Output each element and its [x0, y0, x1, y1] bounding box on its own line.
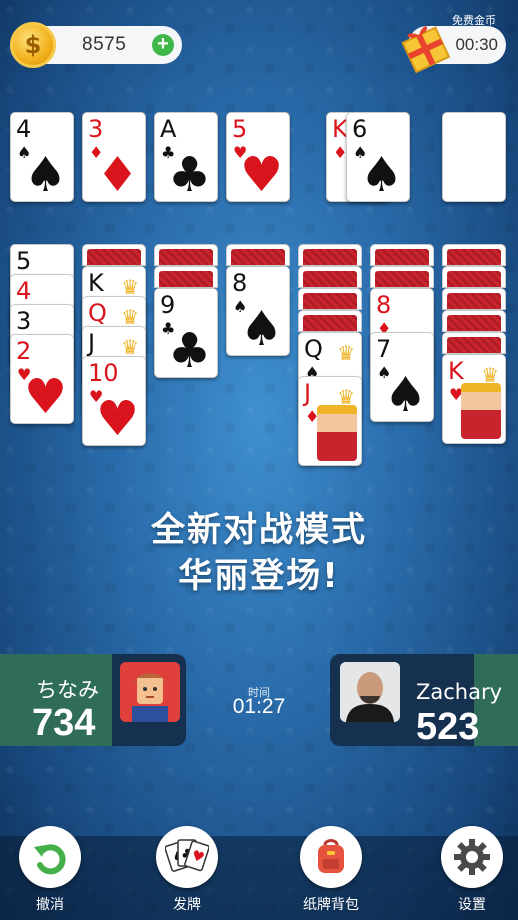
foundation-card[interactable]: 4 ♠ ♠ — [10, 112, 74, 202]
card-rank: 2 — [16, 337, 32, 365]
foundation-card[interactable]: A ♣ ♣ — [154, 112, 218, 202]
tableau-card[interactable]: 7 ♠ ♠ — [370, 332, 434, 422]
card-pip-icon: ♠ — [23, 147, 67, 202]
face-down-card — [442, 310, 506, 332]
card-pip-icon: ♠ — [383, 367, 427, 422]
card-rank: 9 — [160, 291, 176, 319]
tableau-card[interactable]: 9 ♣ ♣ — [154, 288, 218, 378]
card-rank: 7 — [376, 335, 392, 363]
card-rank: K — [448, 357, 464, 385]
card-rank: J — [88, 329, 96, 357]
promo-headline-line2: 华丽登场! — [178, 556, 340, 596]
tableau-card[interactable]: K ♥ ♛ — [442, 354, 506, 444]
undo-label: 撤消 — [36, 897, 64, 913]
face-down-card — [298, 288, 362, 310]
foundation-card[interactable]: 5 ♥ ♥ — [226, 112, 290, 202]
coin-icon: $ — [10, 22, 56, 68]
card-rank: 8 — [376, 291, 392, 319]
card-backs-label: 纸牌背包 — [303, 897, 359, 913]
face-down-card — [154, 266, 218, 288]
tableau-card[interactable]: 8 ♠ ♠ — [226, 266, 290, 356]
gear-icon — [441, 826, 503, 888]
card-rank: 4 — [16, 277, 32, 305]
card-rank: 4 — [16, 115, 32, 143]
card-pip-icon: ♠ — [359, 147, 403, 202]
face-down-card — [82, 244, 146, 266]
settings-button[interactable]: 设置 — [432, 826, 512, 914]
card-backs-button[interactable]: 纸牌背包 — [291, 826, 371, 914]
waste-card[interactable]: 6 ♠ ♠ — [346, 112, 410, 202]
card-rank: 3 — [88, 115, 104, 143]
backpack-icon — [300, 826, 362, 888]
card-rank: J — [304, 379, 312, 407]
face-down-card — [298, 310, 362, 332]
coin-count: 8575 — [82, 34, 127, 55]
face-down-card — [298, 266, 362, 288]
face-down-card — [226, 244, 290, 266]
card-rank: 10 — [88, 359, 119, 387]
foundation-card[interactable]: 3 ♦ ♦ — [82, 112, 146, 202]
promo-headline-line1: 全新对战模式 — [151, 510, 367, 550]
card-pip-icon: ♦ — [95, 147, 139, 202]
tableau-card[interactable]: J ♦ ♛ — [298, 376, 362, 466]
player2-avatar — [340, 662, 400, 722]
card-pip-icon: ♣ — [167, 323, 211, 378]
face-card-portrait — [461, 383, 501, 439]
deal-button[interactable]: ♠ ♣ ♥ 发牌 — [147, 826, 227, 914]
card-rank: 5 — [16, 247, 32, 275]
settings-label: 设置 — [458, 897, 486, 913]
card-rank: Q — [304, 335, 323, 363]
gift-icon[interactable] — [395, 16, 455, 74]
card-pip-icon: ♣ — [167, 147, 211, 202]
player2-panel: Zachary 523 — [330, 654, 518, 748]
card-pip-icon: ♥ — [239, 147, 283, 202]
free-coins-timer: 00:30 — [455, 35, 498, 54]
card-pip-icon: ♥ — [23, 369, 67, 424]
card-rank: 5 — [232, 115, 248, 143]
undo-icon — [19, 826, 81, 888]
face-down-card — [298, 244, 362, 266]
face-down-card — [370, 266, 434, 288]
deal-cards-icon: ♠ ♣ ♥ — [156, 826, 218, 888]
tableau-card[interactable]: 10 ♥ ♥ — [82, 356, 146, 446]
coin-balance: $ 8575 + — [10, 22, 182, 68]
tableau-card[interactable]: 2 ♥ ♥ — [10, 334, 74, 424]
stock-pile[interactable] — [442, 112, 506, 202]
card-rank: 6 — [352, 115, 368, 143]
card-rank: 8 — [232, 269, 248, 297]
face-down-card — [370, 244, 434, 266]
player2-name: Zachary — [416, 680, 503, 704]
card-rank: 3 — [16, 307, 32, 335]
card-rank: A — [160, 115, 177, 143]
face-down-card — [442, 288, 506, 310]
add-coins-button[interactable]: + — [152, 34, 174, 56]
card-rank: Q — [88, 299, 107, 327]
face-down-card — [154, 244, 218, 266]
face-card-portrait — [317, 405, 357, 461]
undo-button[interactable]: 撤消 — [10, 826, 90, 914]
face-down-card — [442, 266, 506, 288]
card-pip-icon: ♠ — [239, 301, 283, 356]
deal-label: 发牌 — [173, 897, 201, 913]
card-rank: K — [88, 269, 104, 297]
player2-score: 523 — [416, 706, 480, 748]
face-down-card — [442, 332, 506, 354]
face-down-card — [442, 244, 506, 266]
card-pip-icon: ♥ — [95, 391, 139, 446]
crown-icon: ♛ — [337, 341, 355, 365]
